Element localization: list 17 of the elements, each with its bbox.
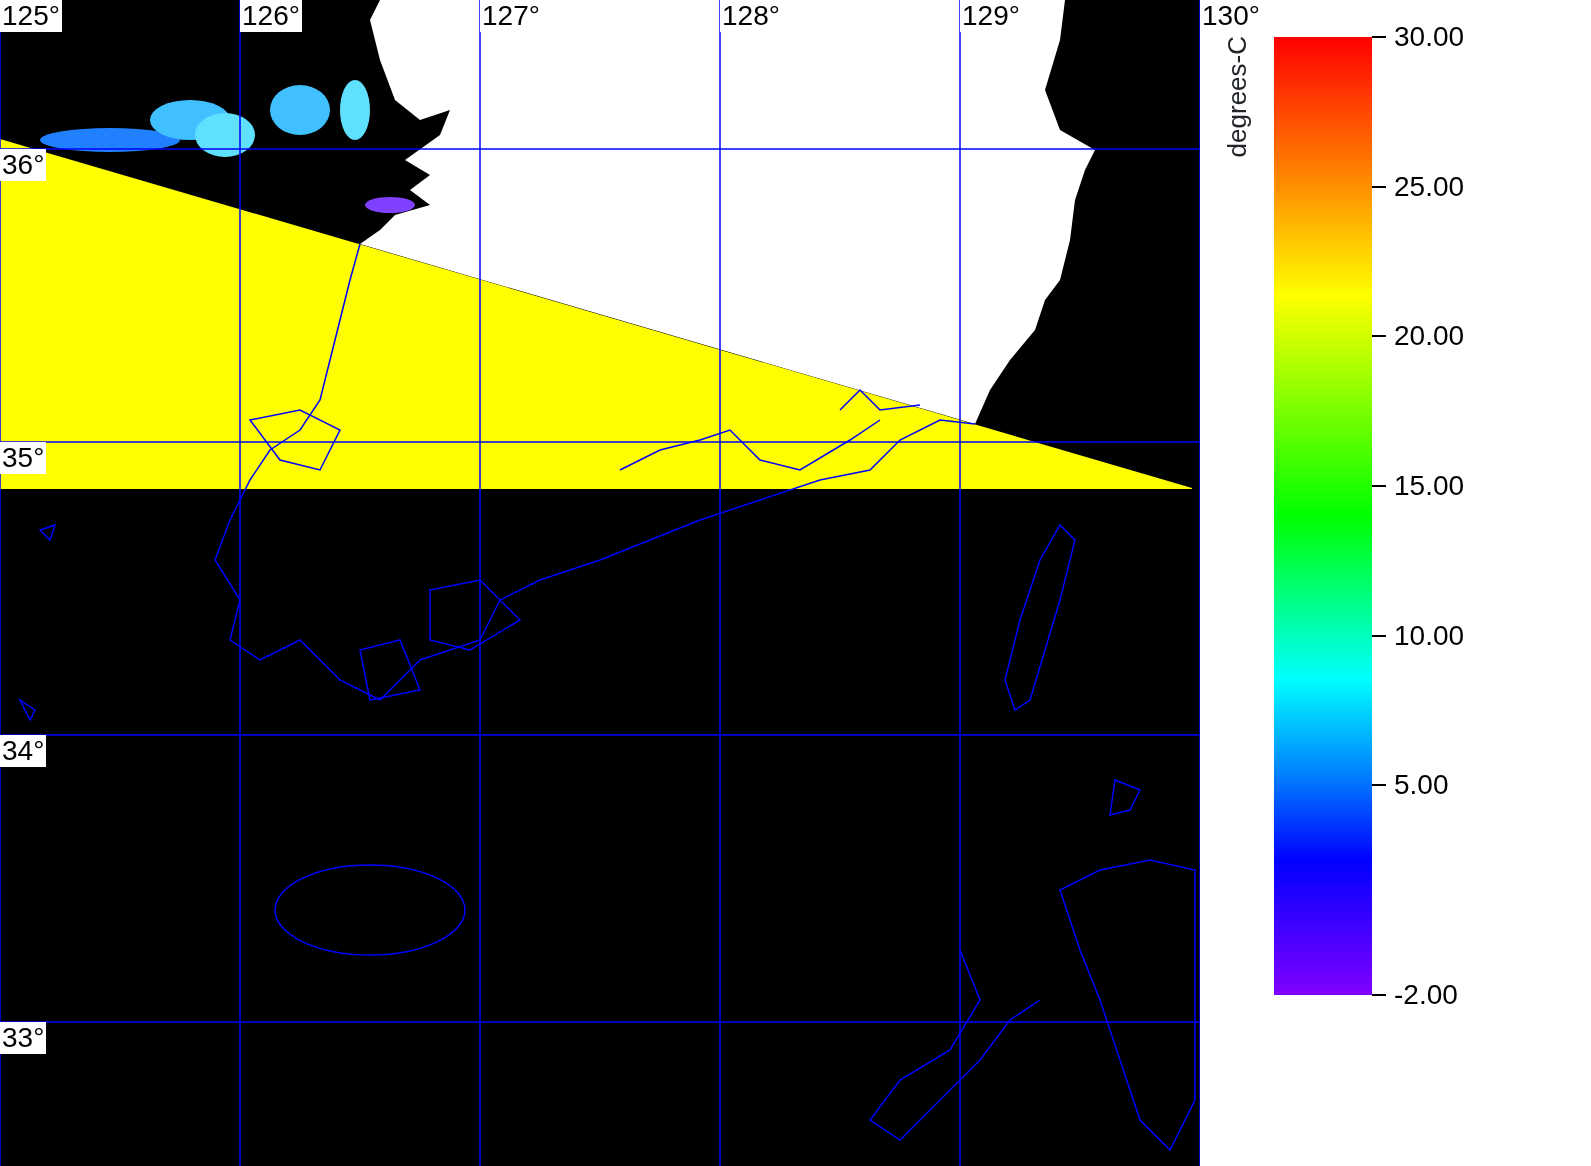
tick-label: 15.00 [1394, 470, 1465, 503]
tick-label: 10.00 [1394, 619, 1465, 652]
longitude-label: 128° [720, 0, 782, 32]
latitude-label: 34° [0, 735, 47, 767]
latitude-label: 33° [0, 1022, 47, 1054]
longitude-label: 126° [240, 0, 302, 32]
units-label: degrees-C [1224, 36, 1250, 158]
tick-label: 25.00 [1394, 170, 1465, 203]
longitude-label: 129° [960, 0, 1022, 32]
latitude-label: 35° [0, 442, 47, 474]
longitude-label: 127° [480, 0, 542, 32]
tick-label: 5.00 [1394, 769, 1449, 802]
tick-label: 30.00 [1394, 21, 1465, 53]
longitude-label: 125° [0, 0, 62, 32]
latitude-label: 36° [0, 149, 47, 181]
tick-label: -2.00 [1394, 979, 1458, 1011]
tick-label: 20.00 [1394, 320, 1465, 353]
